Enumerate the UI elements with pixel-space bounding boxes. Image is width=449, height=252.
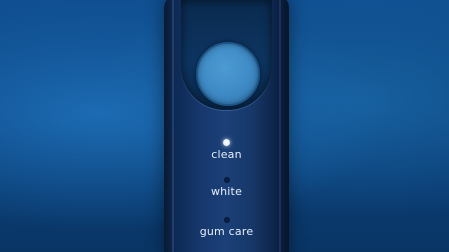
- toothbrush-photo: clean white gum care: [0, 0, 449, 252]
- mode-label: white: [210, 185, 243, 198]
- mode-label: gum care: [199, 225, 254, 238]
- indicator-light-icon: [223, 139, 230, 146]
- mode-label: clean: [211, 148, 242, 161]
- mode-gum-care: gum care: [164, 217, 289, 238]
- power-button-icon: [196, 42, 260, 106]
- indicator-light-icon: [223, 177, 230, 183]
- mode-clean: clean: [164, 139, 289, 161]
- mode-white: white: [164, 177, 289, 198]
- indicator-light-icon: [223, 217, 230, 223]
